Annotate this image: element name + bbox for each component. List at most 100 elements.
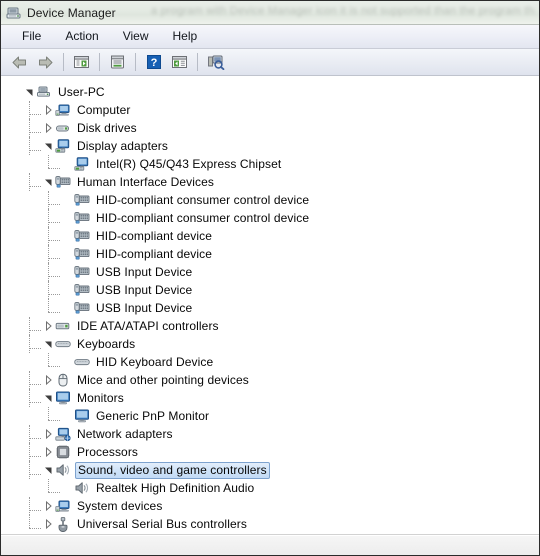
window-title: Device Manager xyxy=(27,5,116,20)
menu-view[interactable]: View xyxy=(112,26,160,47)
device-tree-pane[interactable]: User-PC Computer Disk drives Display adapte… xyxy=(1,76,539,534)
collapse-triangle-icon[interactable] xyxy=(42,461,55,479)
back-button[interactable] xyxy=(7,50,32,74)
properties-button[interactable] xyxy=(105,50,130,74)
expand-triangle-icon[interactable] xyxy=(42,119,55,137)
tree-row-label: Sound, video and game controllers xyxy=(75,461,270,479)
tree-row-label: HID-compliant consumer control device xyxy=(96,210,310,225)
collapse-triangle-icon[interactable] xyxy=(42,389,55,407)
expand-triangle-icon[interactable] xyxy=(42,443,55,461)
tree-row[interactable]: Disk drives xyxy=(1,119,539,137)
tree-row[interactable]: Generic PnP Monitor xyxy=(1,407,539,425)
collapse-triangle-icon[interactable] xyxy=(42,173,55,191)
tree-row[interactable]: USB Input Device xyxy=(1,299,539,317)
menu-help[interactable]: Help xyxy=(162,26,209,47)
show-hide-tree-button[interactable] xyxy=(69,50,94,74)
tree-row[interactable]: Computer xyxy=(1,101,539,119)
tree-elbow-line xyxy=(48,492,60,494)
tree-guide-line xyxy=(48,245,50,263)
menu-action[interactable]: Action xyxy=(54,26,109,47)
tree-row[interactable]: Universal Serial Bus controllers xyxy=(1,515,539,533)
expand-triangle-icon[interactable] xyxy=(42,101,55,119)
title-bar-ghost-text: a program with Device Manager icon it is… xyxy=(151,5,535,17)
tree-guide-line xyxy=(29,371,31,389)
tree-row[interactable]: Realtek High Definition Audio xyxy=(1,479,539,497)
tree-row-label: Intel(R) Q45/Q43 Express Chipset xyxy=(96,156,282,171)
tree-guide-line xyxy=(29,443,31,461)
collapse-triangle-icon[interactable] xyxy=(42,137,55,155)
scan-hardware-button[interactable] xyxy=(203,50,228,74)
tree-row-label: Display adapters xyxy=(77,138,168,153)
forward-button[interactable] xyxy=(33,50,58,74)
tree-row[interactable]: HID-compliant consumer control device xyxy=(1,209,539,227)
menu-file[interactable]: File xyxy=(11,26,52,47)
tree-row-selected[interactable]: Sound, video and game controllers xyxy=(1,461,539,479)
tree-row-label: Processors xyxy=(77,444,139,459)
tree-row[interactable]: Keyboards xyxy=(1,335,539,353)
tree-pane-icon xyxy=(73,54,90,70)
device-manager-screenshot: a program with Device Manager icon it is… xyxy=(0,0,540,556)
tree-row[interactable]: HID-compliant device xyxy=(1,227,539,245)
computer-icon xyxy=(55,498,71,514)
toolbar: ? xyxy=(1,49,539,76)
keyboard-icon xyxy=(55,336,71,352)
expand-triangle-icon[interactable] xyxy=(42,497,55,515)
tree-row[interactable]: HID-compliant consumer control device xyxy=(1,191,539,209)
device-tree: User-PC Computer Disk drives Display adapte… xyxy=(1,83,539,533)
tree-row-label: Generic PnP Monitor xyxy=(96,408,210,423)
tree-row[interactable]: User-PC xyxy=(1,83,539,101)
tree-row-label: System devices xyxy=(77,498,163,513)
arrow-left-icon xyxy=(11,55,28,70)
tree-guide-line xyxy=(29,317,31,335)
tree-row-label: Computer xyxy=(77,102,131,117)
tree-row[interactable]: Mice and other pointing devices xyxy=(1,371,539,389)
collapse-triangle-icon[interactable] xyxy=(23,83,36,101)
tree-row[interactable]: Display adapters xyxy=(1,137,539,155)
hid-icon xyxy=(74,300,90,316)
tree-row-label: HID-compliant device xyxy=(96,246,213,261)
tree-guide-line xyxy=(29,497,31,515)
tree-guide-line xyxy=(48,209,50,227)
expand-triangle-icon[interactable] xyxy=(42,317,55,335)
tree-row[interactable]: Intel(R) Q45/Q43 Express Chipset xyxy=(1,155,539,173)
tree-row[interactable]: Processors xyxy=(1,443,539,461)
tree-guide-line xyxy=(48,263,50,281)
tree-row-label: User-PC xyxy=(58,84,105,99)
tree-row-label: Mice and other pointing devices xyxy=(77,372,249,387)
show-hide-action-button[interactable] xyxy=(167,50,192,74)
tree-row[interactable]: USB Input Device xyxy=(1,263,539,281)
expand-triangle-icon[interactable] xyxy=(42,425,55,443)
expand-triangle-icon[interactable] xyxy=(42,515,55,533)
tree-row[interactable]: USB Input Device xyxy=(1,281,539,299)
toolbar-separator-4 xyxy=(197,53,198,71)
tree-guide-line xyxy=(48,155,50,168)
tree-row-label: USB Input Device xyxy=(96,264,193,279)
computer-icon xyxy=(55,102,71,118)
toolbar-separator-1 xyxy=(63,53,64,71)
help-button[interactable]: ? xyxy=(141,50,166,74)
tree-row-label: Disk drives xyxy=(77,120,137,135)
display-adapter-icon xyxy=(55,138,71,154)
ide-controller-icon xyxy=(55,318,71,334)
tree-row[interactable]: Network adapters xyxy=(1,425,539,443)
speaker-icon xyxy=(74,480,90,496)
toolbar-separator-2 xyxy=(99,53,100,71)
tree-guide-line xyxy=(29,137,31,155)
tree-row[interactable]: System devices xyxy=(1,497,539,515)
expand-triangle-icon[interactable] xyxy=(42,371,55,389)
tree-row[interactable]: IDE ATA/ATAPI controllers xyxy=(1,317,539,335)
tree-row[interactable]: HID Keyboard Device xyxy=(1,353,539,371)
tree-row[interactable]: Human Interface Devices xyxy=(1,173,539,191)
tree-row-label: Universal Serial Bus controllers xyxy=(77,516,247,531)
collapse-triangle-icon[interactable] xyxy=(42,335,55,353)
title-bar[interactable]: a program with Device Manager icon it is… xyxy=(1,1,539,25)
tree-row-label: IDE ATA/ATAPI controllers xyxy=(77,318,219,333)
tree-guide-line xyxy=(48,191,50,209)
tree-row[interactable]: HID-compliant device xyxy=(1,245,539,263)
tree-row[interactable]: Monitors xyxy=(1,389,539,407)
tree-row-label: USB Input Device xyxy=(96,300,193,315)
svg-text:?: ? xyxy=(150,57,157,69)
